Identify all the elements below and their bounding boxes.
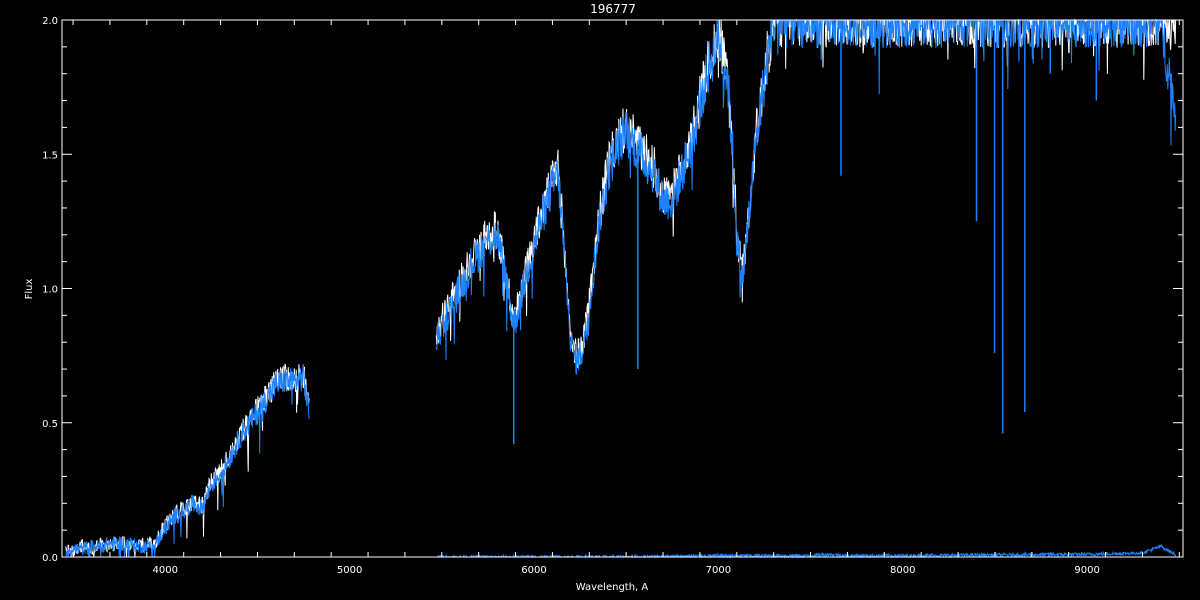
- chart-svg: 196777 Wavelength, A Flux 4000 5000 6000 70…: [0, 0, 1200, 600]
- y-tick-label: 0.0: [42, 553, 58, 564]
- y-tick-label: 0.5: [42, 419, 58, 430]
- spectrum-chart: 196777 Wavelength, A Flux 4000 5000 6000 70…: [0, 0, 1200, 600]
- x-tick-label: 9000: [1074, 565, 1099, 576]
- x-tick-label: 8000: [890, 565, 915, 576]
- x-tick-label: 4000: [153, 565, 178, 576]
- y-tick-label: 2.0: [42, 16, 58, 27]
- y-tick-label: 1.0: [42, 285, 58, 296]
- x-tick-label: 7000: [706, 565, 731, 576]
- y-tick-label: 1.5: [42, 150, 58, 161]
- x-tick-label: 6000: [521, 565, 546, 576]
- x-axis-label: Wavelength, A: [576, 582, 649, 593]
- chart-title: 196777: [590, 2, 636, 16]
- x-tick-label: 5000: [337, 565, 362, 576]
- y-axis-label: Flux: [24, 279, 35, 300]
